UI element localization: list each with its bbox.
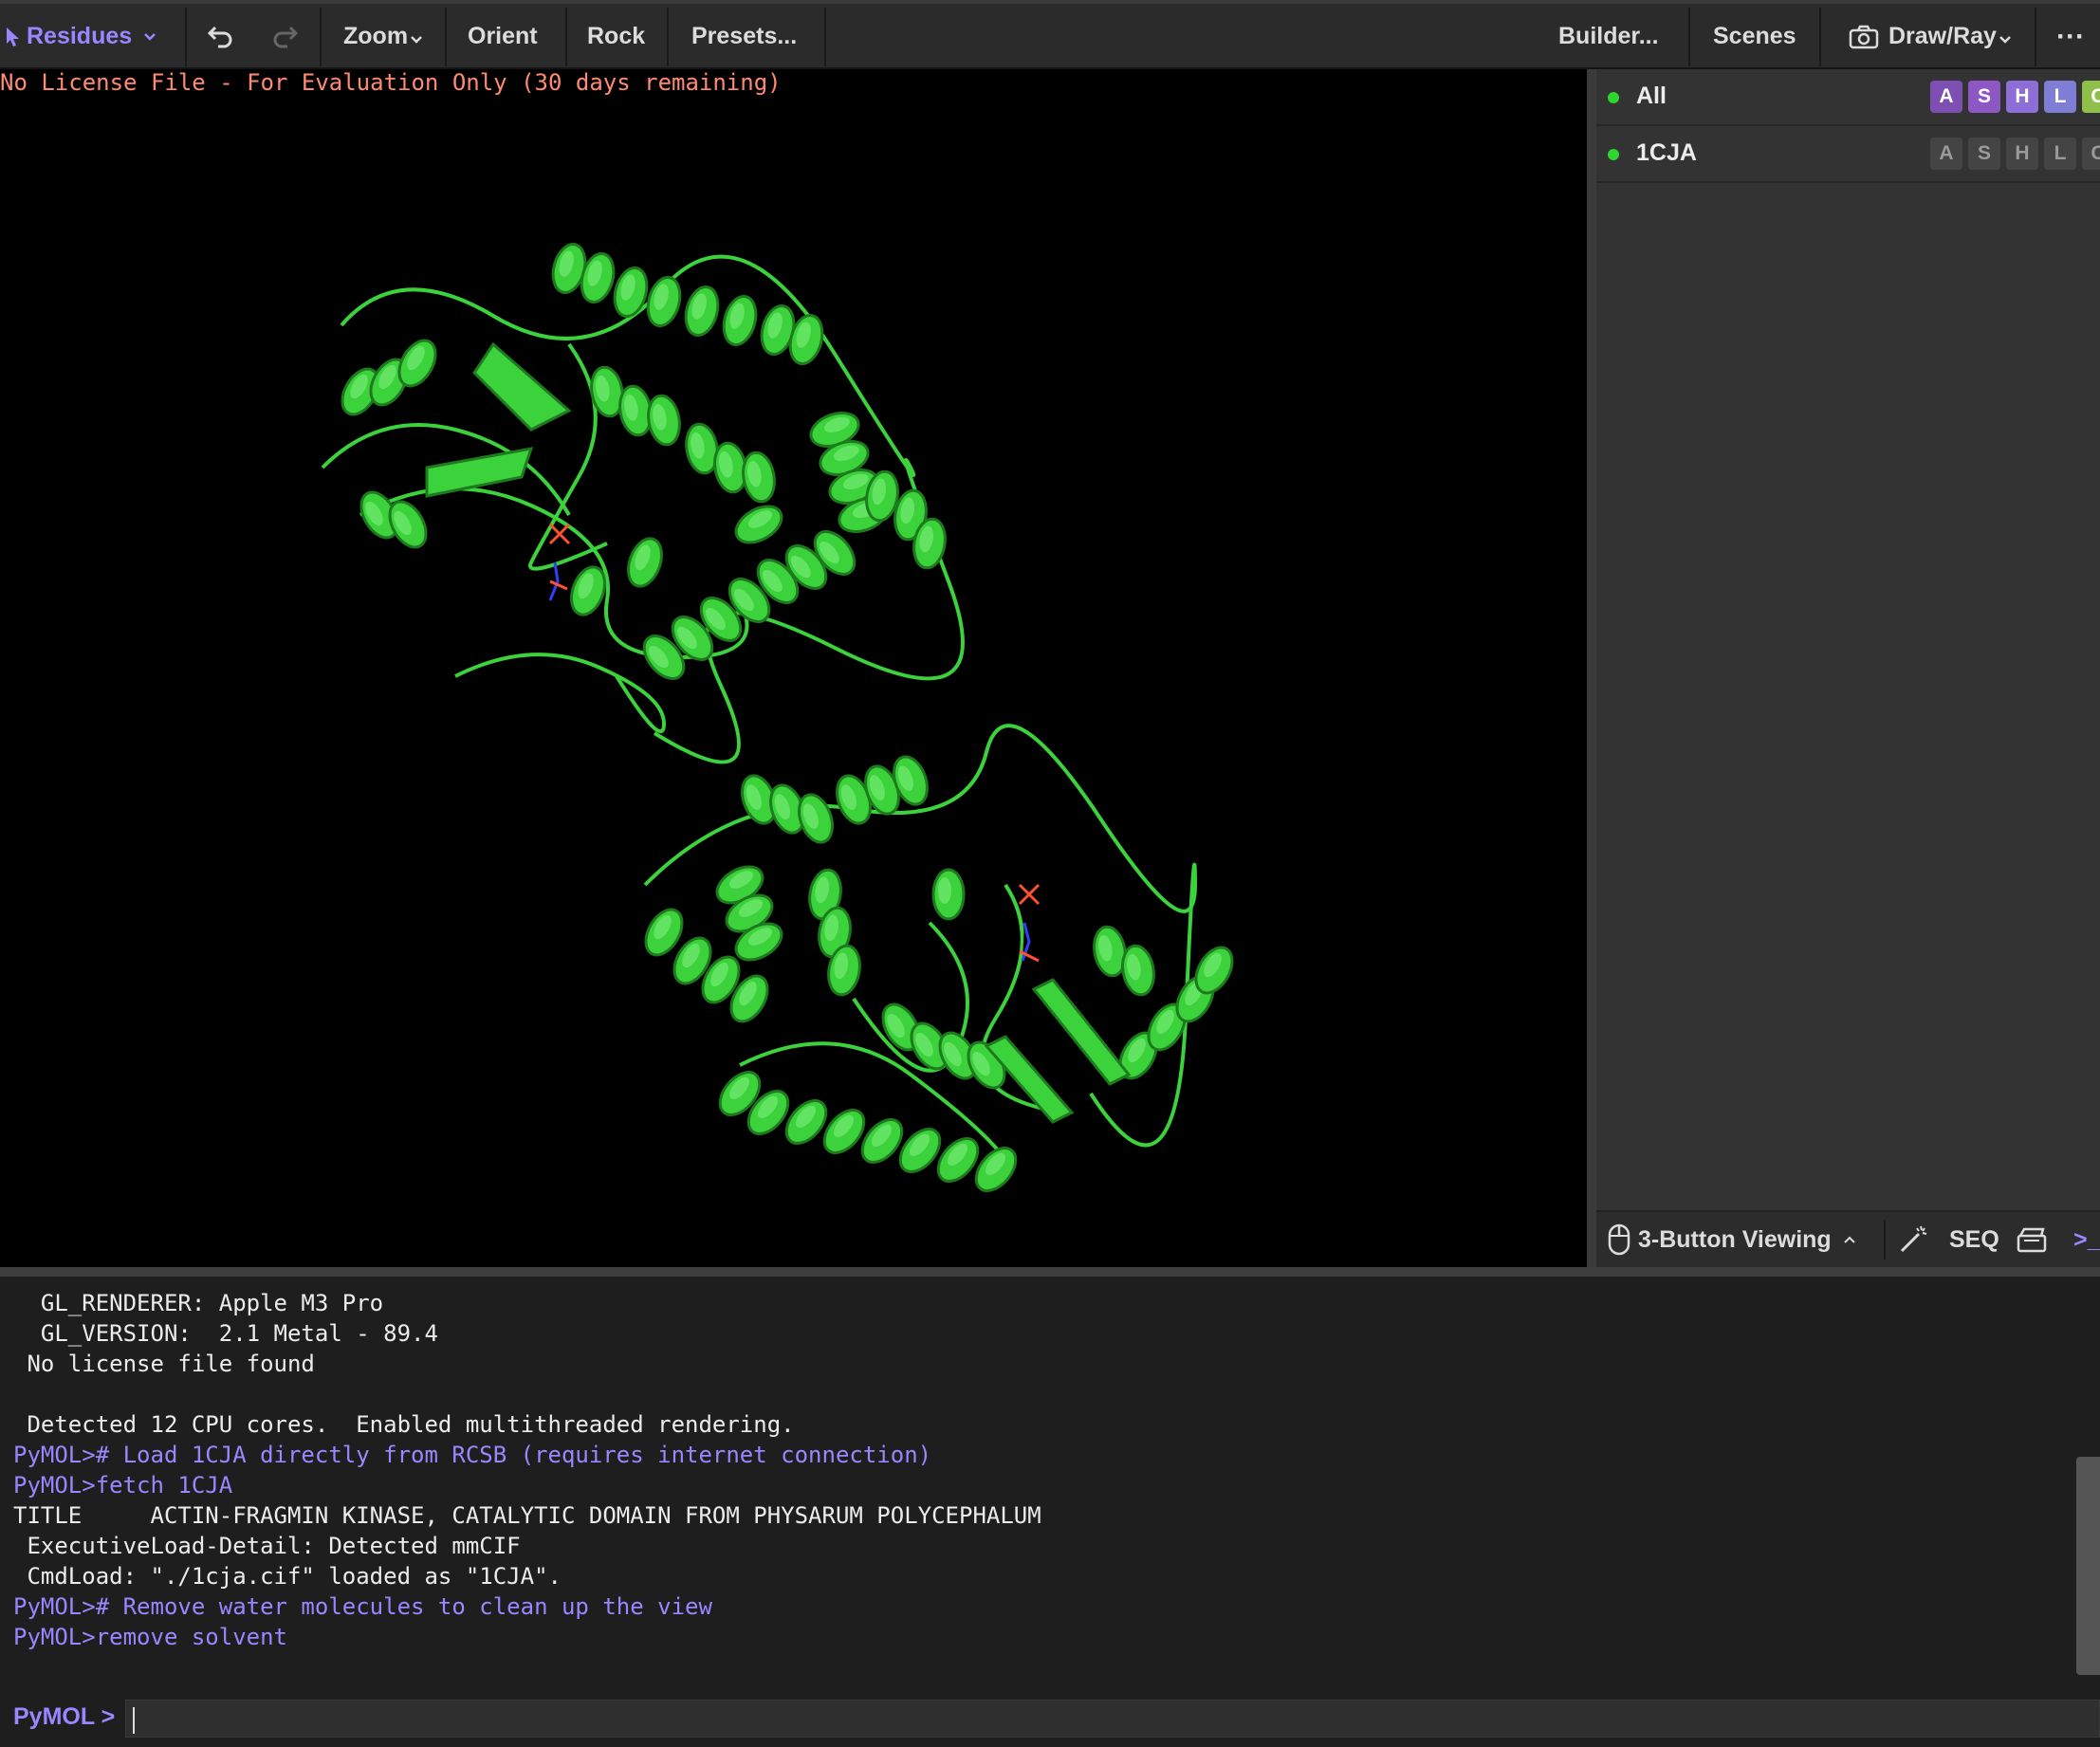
viewing-mode-label: 3-Button Viewing: [1638, 1225, 1832, 1253]
chevron-down-icon: [411, 35, 422, 44]
license-warning: No License File - For Evaluation Only (3…: [0, 69, 782, 96]
console-scrollbar[interactable]: [2076, 1457, 2100, 1675]
mouse-icon: [1608, 1223, 1630, 1256]
action-badges: A S H L C: [1930, 81, 2100, 113]
more-menu-button[interactable]: ···: [2056, 4, 2085, 69]
action-button[interactable]: A: [1930, 81, 1962, 113]
draw-ray-label: Draw/Ray: [1888, 23, 1997, 49]
chevron-down-icon: [144, 32, 157, 41]
terminal-icon: >_: [2073, 1225, 2100, 1253]
show-button[interactable]: S: [1968, 138, 2000, 170]
hide-button[interactable]: H: [2006, 138, 2038, 170]
rock-button[interactable]: Rock: [587, 4, 645, 69]
action-button[interactable]: A: [1930, 138, 1962, 170]
mouse-mode-label: Residues: [27, 23, 133, 49]
object-panel: All A S H L C 1CJA A S H L C 3-Button Vi…: [1596, 69, 2100, 1267]
output-console: GL_RENDERER: Apple M3 Pro GL_VERSION: 2.…: [0, 1277, 2100, 1694]
show-button[interactable]: S: [1968, 81, 2000, 113]
console-line: ExecutiveLoad-Detail: Detected mmCIF: [13, 1533, 521, 1559]
rock-label: Rock: [587, 23, 646, 49]
console-line: No license file found: [13, 1351, 315, 1377]
redo-button[interactable]: [270, 4, 299, 69]
draw-ray-button[interactable]: Draw/Ray: [1849, 4, 2012, 69]
chevron-down-icon: [1999, 35, 2011, 44]
undo-button[interactable]: [207, 4, 235, 69]
mouse-mode-selector[interactable]: Residues: [6, 4, 157, 69]
console-line: GL_RENDERER: Apple M3 Pro: [13, 1290, 384, 1316]
builder-button[interactable]: Builder...: [1558, 4, 1659, 69]
builder-label: Builder...: [1558, 23, 1659, 49]
clapperboard-icon: [2017, 1227, 2047, 1253]
console-command-line: PyMOL># Remove water molecules to clean …: [13, 1593, 712, 1620]
protein-cartoon: [321, 239, 1242, 1200]
scenes-label: Scenes: [1713, 23, 1796, 49]
text-cursor: [133, 1707, 135, 1734]
console-line: GL_VERSION: 2.1 Metal - 89.4: [13, 1320, 438, 1347]
chevron-up-icon: [1843, 1236, 1855, 1243]
command-line: PyMOL >: [0, 1694, 2100, 1747]
viewer-panel-splitter[interactable]: [1587, 69, 1596, 1267]
molecule-viewer[interactable]: No License File - For Evaluation Only (3…: [0, 69, 1587, 1267]
seq-label: SEQ: [1949, 1225, 1999, 1253]
movie-button[interactable]: [2017, 1212, 2047, 1267]
redo-icon: [273, 26, 299, 47]
console-command-line: PyMOL>remove solvent: [13, 1624, 287, 1650]
color-button[interactable]: C: [2082, 81, 2100, 113]
console-command-line: PyMOL>fetch 1CJA: [13, 1472, 233, 1499]
visibility-dot-icon[interactable]: [1608, 149, 1619, 160]
object-name: 1CJA: [1636, 139, 1697, 166]
magic-wand-icon: [1900, 1225, 1927, 1253]
command-input[interactable]: [125, 1700, 2100, 1738]
action-badges: A S H L C: [1930, 138, 2100, 170]
label-button[interactable]: L: [2044, 81, 2076, 113]
console-line: TITLE ACTIN-FRAGMIN KINASE, CATALYTIC DO…: [13, 1502, 1041, 1529]
sequence-button[interactable]: SEQ: [1949, 1212, 1999, 1267]
mouse-mode-button[interactable]: 3-Button Viewing: [1608, 1212, 1856, 1267]
camera-icon: [1849, 25, 1879, 48]
object-row-1cja[interactable]: 1CJA A S H L C: [1596, 126, 2100, 183]
terminal-button[interactable]: >_: [2073, 1212, 2100, 1267]
scenes-button[interactable]: Scenes: [1713, 4, 1796, 69]
console-line: Detected 12 CPU cores. Enabled multithre…: [13, 1411, 795, 1438]
presets-label: Presets...: [691, 23, 798, 49]
zoom-button[interactable]: Zoom: [343, 4, 423, 69]
undo-icon: [207, 26, 232, 47]
toolbar: Residues Zoom Orient Rock Presets... Bui…: [0, 0, 2100, 69]
zoom-label: Zoom: [343, 23, 409, 49]
color-button[interactable]: C: [2082, 138, 2100, 170]
presets-button[interactable]: Presets...: [691, 4, 797, 69]
console-splitter[interactable]: [0, 1267, 2100, 1277]
console-command-line: PyMOL># Load 1CJA directly from RCSB (re…: [13, 1442, 932, 1468]
object-name: All: [1636, 83, 1667, 109]
label-button[interactable]: L: [2044, 138, 2076, 170]
visibility-dot-icon[interactable]: [1608, 92, 1619, 103]
orient-label: Orient: [468, 23, 538, 49]
hide-button[interactable]: H: [2006, 81, 2038, 113]
command-prompt: PyMOL >: [13, 1703, 116, 1730]
object-row-all[interactable]: All A S H L C: [1596, 69, 2100, 126]
panel-footer: 3-Button Viewing SEQ >_: [1596, 1210, 2100, 1267]
wizard-button[interactable]: [1898, 1212, 1928, 1267]
pointer-icon: [7, 27, 19, 46]
console-line: CmdLoad: "./1cja.cif" loaded as "1CJA".: [13, 1563, 562, 1590]
orient-button[interactable]: Orient: [468, 4, 538, 69]
more-icon: ···: [2056, 20, 2085, 52]
